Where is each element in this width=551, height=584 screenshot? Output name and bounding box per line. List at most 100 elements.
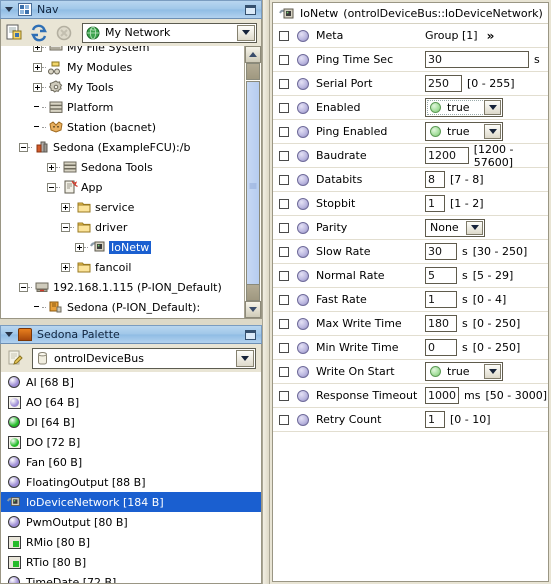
palette-item[interactable]: DO [72 B] <box>1 432 261 452</box>
property-checkbox[interactable] <box>279 342 289 353</box>
boolean-dropdown[interactable]: true <box>425 122 503 141</box>
palette-panel-header[interactable]: Sedona Palette <box>0 325 262 344</box>
property-text-input[interactable]: 1 <box>425 411 445 428</box>
property-text-input[interactable]: 1 <box>425 195 445 212</box>
property-text-input[interactable]: 1200 <box>425 147 469 164</box>
scrollbar-thumb[interactable] <box>246 81 260 290</box>
property-text-input[interactable]: 0 <box>425 339 457 356</box>
chevron-down-icon[interactable] <box>484 124 501 139</box>
property-checkbox[interactable] <box>279 222 289 233</box>
palette-collapse-chevron-icon[interactable] <box>5 332 13 337</box>
refresh-sync-icon[interactable] <box>30 24 48 42</box>
expand-group-icon[interactable]: » <box>487 29 495 43</box>
tree-item-my-file-system[interactable]: My File System <box>1 46 240 57</box>
palette-item[interactable]: PwmOutput [80 B] <box>1 512 261 532</box>
palette-item[interactable]: TimeDate [72 B] <box>1 572 261 583</box>
tree-item-sedona-tools[interactable]: Sedona Tools <box>1 157 240 177</box>
collapse-icon[interactable] <box>19 142 28 152</box>
palette-item[interactable]: RTio [80 B] <box>1 552 261 572</box>
expand-icon[interactable] <box>33 82 42 92</box>
chevron-down-icon[interactable] <box>484 100 501 115</box>
property-text-input[interactable]: 250 <box>425 75 462 92</box>
enum-value-label: None <box>430 221 459 234</box>
property-checkbox[interactable] <box>279 78 289 89</box>
property-range-label: [0 - 10] <box>450 413 491 426</box>
collapse-icon[interactable] <box>61 222 70 232</box>
property-text-input[interactable]: 30 <box>425 51 529 68</box>
palette-item-label: DI [64 B] <box>26 415 75 429</box>
collapse-icon[interactable] <box>19 282 28 292</box>
tree-item-192-168-1-115-p-ion-default[interactable]: 192.168.1.115 (P-ION_Default) <box>1 277 240 297</box>
property-text-input[interactable]: 1000 <box>425 387 459 404</box>
property-text-input[interactable]: 5 <box>425 267 457 284</box>
palette-kit-combo[interactable]: ontrolDeviceBus <box>32 347 256 369</box>
palette-maximize-button[interactable] <box>245 330 256 340</box>
property-text-input[interactable]: 1 <box>425 291 457 308</box>
slot-icon <box>297 53 309 66</box>
scroll-up-button[interactable] <box>245 46 261 63</box>
tree-item-app[interactable]: App <box>1 177 240 197</box>
palette-item[interactable]: IoDeviceNetwork [184 B] <box>1 492 261 512</box>
tree-item-ionetw[interactable]: IoNetw <box>1 237 240 257</box>
tree-item-service[interactable]: service <box>1 197 240 217</box>
palette-item[interactable]: AO [64 B] <box>1 392 261 412</box>
palette-item[interactable]: DI [64 B] <box>1 412 261 432</box>
tree-item-station-bacnet[interactable]: Station (bacnet) <box>1 117 240 137</box>
scrollbar-track[interactable] <box>245 63 261 301</box>
property-checkbox[interactable] <box>279 30 289 41</box>
property-checkbox[interactable] <box>279 198 289 209</box>
palette-item[interactable]: Fan [60 B] <box>1 452 261 472</box>
property-checkbox[interactable] <box>279 318 289 329</box>
palette-item[interactable]: RMio [80 B] <box>1 532 261 552</box>
property-text-input[interactable]: 180 <box>425 315 457 332</box>
property-checkbox[interactable] <box>279 126 289 137</box>
tree-item-platform[interactable]: Platform <box>1 97 240 117</box>
palette-item[interactable]: FloatingOutput [88 B] <box>1 472 261 492</box>
expand-icon[interactable] <box>61 202 70 212</box>
property-checkbox[interactable] <box>279 246 289 257</box>
tree-item-sedona-p-ion-default[interactable]: Sedona (P-ION_Default): <box>1 297 240 317</box>
expand-icon[interactable] <box>61 262 70 272</box>
network-selector-combo[interactable]: My Network <box>82 22 257 43</box>
property-checkbox[interactable] <box>279 270 289 281</box>
panel-splitter[interactable] <box>262 0 270 584</box>
boolean-dropdown[interactable]: true <box>425 98 503 117</box>
property-checkbox[interactable] <box>279 174 289 185</box>
tree-item-driver[interactable]: driver <box>1 217 240 237</box>
property-checkbox[interactable] <box>279 54 289 65</box>
expand-icon[interactable] <box>33 46 42 52</box>
tree-item-fancoil[interactable]: fancoil <box>1 257 240 277</box>
chevron-down-icon[interactable] <box>484 364 501 379</box>
expand-icon[interactable] <box>75 242 84 252</box>
maximize-button[interactable] <box>245 5 256 15</box>
property-checkbox[interactable] <box>279 414 289 425</box>
expand-icon[interactable] <box>33 62 42 72</box>
tree-item-sedona-examplefcu-b[interactable]: Sedona (ExampleFCU):/b <box>1 137 240 157</box>
palette-chevron-down-icon[interactable] <box>236 349 254 367</box>
collapse-chevron-icon[interactable] <box>5 7 13 12</box>
chevron-down-icon[interactable] <box>466 220 483 235</box>
boolean-dropdown[interactable]: true <box>425 362 503 381</box>
tree-item-my-tools[interactable]: My Tools <box>1 77 240 97</box>
property-checkbox[interactable] <box>279 294 289 305</box>
enum-dropdown[interactable]: None <box>425 218 485 237</box>
property-row: Response Timeout 1000 ms [50 - 3000] <box>273 384 548 408</box>
property-text-input[interactable]: 8 <box>425 171 445 188</box>
expand-icon[interactable] <box>47 162 56 172</box>
property-checkbox[interactable] <box>279 150 289 161</box>
nav-panel-header[interactable]: Nav <box>0 0 262 19</box>
collapse-icon[interactable] <box>47 182 56 192</box>
new-document-icon[interactable] <box>5 24 23 42</box>
property-checkbox[interactable] <box>279 366 289 377</box>
palette-item[interactable]: AI [68 B] <box>1 372 261 392</box>
property-checkbox[interactable] <box>279 102 289 113</box>
open-palette-icon[interactable] <box>6 349 24 367</box>
property-row: Normal Rate 5 s [5 - 29] <box>273 264 548 288</box>
chevron-down-icon[interactable] <box>237 24 255 41</box>
tree-item-my-modules[interactable]: My Modules <box>1 57 240 77</box>
property-text-input[interactable]: 30 <box>425 243 457 260</box>
property-checkbox[interactable] <box>279 390 289 401</box>
scroll-down-button[interactable] <box>245 301 261 318</box>
nav-tree-scrollbar[interactable] <box>244 46 261 318</box>
